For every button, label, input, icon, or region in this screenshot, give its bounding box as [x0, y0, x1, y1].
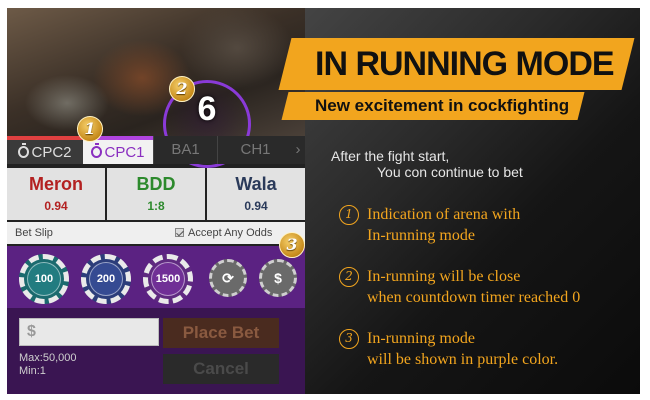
dollar-icon[interactable]: $ — [259, 259, 297, 297]
tab-label: CH1 — [240, 141, 271, 158]
odds-name: Meron — [29, 174, 83, 194]
odds-bdd-button[interactable]: BDD 1:8 — [107, 168, 205, 220]
arena-tabs: CPC2 CPC1 BA1 CH1 › — [7, 136, 305, 164]
live-video-feed — [7, 8, 305, 136]
accept-odds-checkbox[interactable]: Accept Any Odds — [175, 227, 272, 239]
refresh-icon[interactable]: ⟳ — [209, 259, 247, 297]
point-number: 2 — [339, 267, 359, 287]
subheadline: New excitement in cockfighting — [315, 96, 570, 115]
odds-meron-button[interactable]: Meron 0.94 — [7, 168, 105, 220]
odds-name: BDD — [136, 174, 176, 194]
chip-tray: 100 200 1500 ⟳ $ — [7, 246, 305, 308]
bet-form: $ Max:50,000 Min:1 Place Bet Cancel — [7, 308, 305, 394]
point-text: In-running mode will be shown in purple … — [367, 328, 627, 370]
checkbox-icon — [175, 228, 184, 237]
max-limit: Max:50,000 — [19, 352, 77, 364]
stopwatch-icon — [91, 143, 103, 158]
odds-wala-button[interactable]: Wala 0.94 — [207, 168, 305, 220]
odds-row: Meron 0.94 BDD 1:8 Wala 0.94 — [7, 168, 305, 220]
point-line-1: Indication of arena with — [367, 206, 521, 223]
bet-limits: Max:50,000 Min:1 — [19, 352, 76, 378]
intro-line-2: You con continue to bet — [377, 164, 523, 180]
stopwatch-icon — [18, 143, 30, 158]
callout-badge-3: 3 — [279, 232, 305, 258]
chip-value: 100 — [27, 262, 61, 296]
point-line-2: when countdown timer reached 0 — [367, 289, 581, 306]
tab-cpc2[interactable]: CPC2 — [7, 136, 83, 164]
callout-badge-1: 1 — [77, 116, 103, 142]
bet-amount-input[interactable]: $ — [19, 318, 159, 346]
point-text: In-running will be close when countdown … — [367, 266, 627, 308]
accept-odds-label: Accept Any Odds — [188, 227, 273, 239]
tab-label: CPC2 — [31, 144, 72, 161]
chip-200[interactable]: 200 — [81, 254, 131, 304]
point-line-2: will be shown in purple color. — [367, 351, 559, 368]
cancel-button[interactable]: Cancel — [163, 354, 279, 384]
betting-widget: 6 CPC2 CPC1 BA1 CH1 › Meron 0.94 BDD 1:8… — [7, 8, 305, 394]
chip-1500[interactable]: 1500 — [143, 254, 193, 304]
headline-banner: IN RUNNING MODE — [278, 38, 635, 90]
point-text: Indication of arena with In-running mode — [367, 204, 627, 246]
intro-text: After the fight start, You con continue … — [331, 148, 523, 180]
point-number: 3 — [339, 329, 359, 349]
promo-panel: IN RUNNING MODE New excitement in cockfi… — [278, 8, 640, 394]
tab-ba1[interactable]: BA1 — [153, 136, 217, 164]
min-limit: Min:1 — [19, 365, 46, 377]
callout-badge-2: 2 — [169, 76, 195, 102]
odds-value: 0.94 — [244, 199, 268, 213]
odds-value: 1:8 — [147, 199, 165, 213]
odds-value: 0.94 — [44, 199, 68, 213]
point-line-1: In-running will be close — [367, 268, 521, 285]
bet-slip-bar: Bet Slip Accept Any Odds — [7, 222, 305, 244]
place-bet-button[interactable]: Place Bet — [163, 318, 279, 348]
chip-100[interactable]: 100 — [19, 254, 69, 304]
chip-value: 1500 — [151, 262, 185, 296]
tabs-next-arrow[interactable]: › — [291, 136, 305, 164]
point-line-1: In-running mode — [367, 330, 475, 347]
chip-value: 200 — [89, 262, 123, 296]
tab-label: BA1 — [171, 141, 200, 158]
odds-name: Wala — [235, 174, 277, 194]
subheadline-banner: New excitement in cockfighting — [281, 92, 585, 120]
bet-slip-label: Bet Slip — [15, 227, 53, 239]
tab-ch1[interactable]: CH1 — [217, 136, 293, 164]
promo-banner: 6 CPC2 CPC1 BA1 CH1 › Meron 0.94 BDD 1:8… — [7, 8, 640, 394]
point-number: 1 — [339, 205, 359, 225]
headline: IN RUNNING MODE — [315, 45, 614, 83]
intro-line-1: After the fight start, — [331, 148, 450, 164]
tab-label: CPC1 — [104, 144, 145, 161]
point-line-2: In-running mode — [367, 227, 475, 244]
